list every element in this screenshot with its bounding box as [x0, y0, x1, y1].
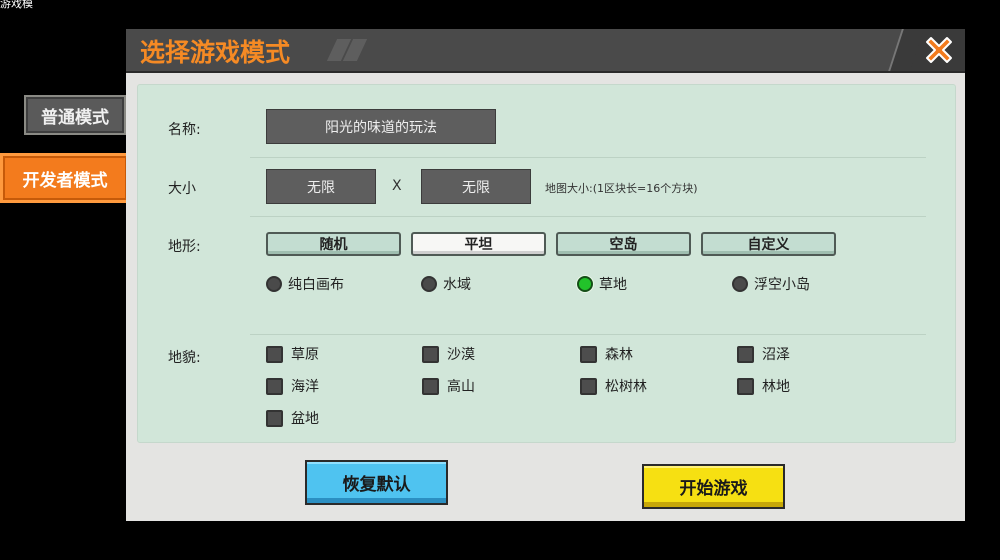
checkbox-icon	[266, 345, 283, 363]
checkbox-label: 沙漠	[447, 347, 475, 363]
map-size-note: 地图大小:(1区块长=16个方块)	[545, 182, 698, 195]
checkbox-icon	[422, 345, 439, 363]
size-separator: X	[392, 178, 402, 194]
radio-label: 浮空小岛	[754, 277, 810, 293]
landform-checkbox[interactable]: 沼泽	[737, 344, 790, 364]
dialog-title: 选择游戏模式	[140, 38, 291, 67]
checkbox-icon	[737, 377, 754, 395]
checkbox-icon	[266, 409, 283, 427]
corner-text: 游戏模	[0, 0, 33, 10]
landform-checkbox[interactable]: 沙漠	[422, 344, 475, 364]
settings-panel: 名称: 阳光的味道的玩法 大小 无限 X 无限 地图大小:(1区块长=16个方块…	[137, 84, 956, 443]
size-width-input[interactable]: 无限	[266, 169, 376, 204]
close-zone	[907, 29, 965, 71]
terrain-option-blank-canvas[interactable]: 纯白画布	[266, 274, 344, 294]
checkbox-label: 高山	[447, 379, 475, 395]
name-label: 名称:	[168, 122, 201, 138]
checkbox-label: 盆地	[291, 411, 319, 427]
row-divider	[250, 216, 926, 217]
terrain-type-flat[interactable]: 平坦	[411, 232, 546, 256]
radio-icon	[732, 276, 748, 292]
landform-checkbox[interactable]: 森林	[580, 344, 633, 364]
radio-selected-icon	[577, 276, 593, 292]
row-divider	[250, 334, 926, 335]
terrain-type-random[interactable]: 随机	[266, 232, 401, 256]
checkbox-label: 沼泽	[762, 347, 790, 363]
radio-icon	[421, 276, 437, 292]
start-game-button[interactable]: 开始游戏	[642, 464, 785, 509]
radio-label: 草地	[599, 277, 627, 293]
radio-label: 水域	[443, 277, 471, 293]
terrain-label: 地形:	[168, 239, 201, 255]
dialog-header: 选择游戏模式	[126, 29, 965, 73]
landform-checkbox[interactable]: 林地	[737, 376, 790, 396]
terrain-option-water[interactable]: 水域	[421, 274, 471, 294]
checkbox-label: 森林	[605, 347, 633, 363]
checkbox-label: 松树林	[605, 379, 647, 395]
checkbox-icon	[737, 345, 754, 363]
checkbox-icon	[580, 377, 597, 395]
landform-checkbox[interactable]: 海洋	[266, 376, 319, 396]
landform-checkbox[interactable]: 高山	[422, 376, 475, 396]
tab-developer-mode[interactable]: 开发者模式	[0, 153, 130, 203]
checkbox-label: 林地	[762, 379, 790, 395]
close-x-icon[interactable]	[921, 32, 957, 68]
name-input[interactable]: 阳光的味道的玩法	[266, 109, 496, 144]
checkbox-icon	[422, 377, 439, 395]
radio-label: 纯白画布	[288, 277, 344, 293]
row-divider	[250, 157, 926, 158]
terrain-type-custom[interactable]: 自定义	[701, 232, 836, 256]
landform-checkbox[interactable]: 草原	[266, 344, 319, 364]
tab-normal-mode[interactable]: 普通模式	[24, 95, 126, 135]
landform-checkbox[interactable]: 松树林	[580, 376, 647, 396]
terrain-type-sky-island[interactable]: 空岛	[556, 232, 691, 256]
checkbox-icon	[580, 345, 597, 363]
size-label: 大小	[168, 181, 196, 197]
terrain-option-grassland[interactable]: 草地	[577, 274, 627, 294]
landform-checkbox[interactable]: 盆地	[266, 408, 319, 428]
size-height-input[interactable]: 无限	[421, 169, 531, 204]
mode-select-dialog: 选择游戏模式 名称: 阳光的味道的玩法 大小 无限 X 无限 地图大小:(1区块…	[126, 29, 965, 521]
restore-defaults-button[interactable]: 恢复默认	[305, 460, 448, 505]
checkbox-label: 草原	[291, 347, 319, 363]
landform-label: 地貌:	[168, 350, 201, 366]
checkbox-icon	[266, 377, 283, 395]
terrain-option-floating-islands[interactable]: 浮空小岛	[732, 274, 810, 294]
radio-icon	[266, 276, 282, 292]
checkbox-label: 海洋	[291, 379, 319, 395]
